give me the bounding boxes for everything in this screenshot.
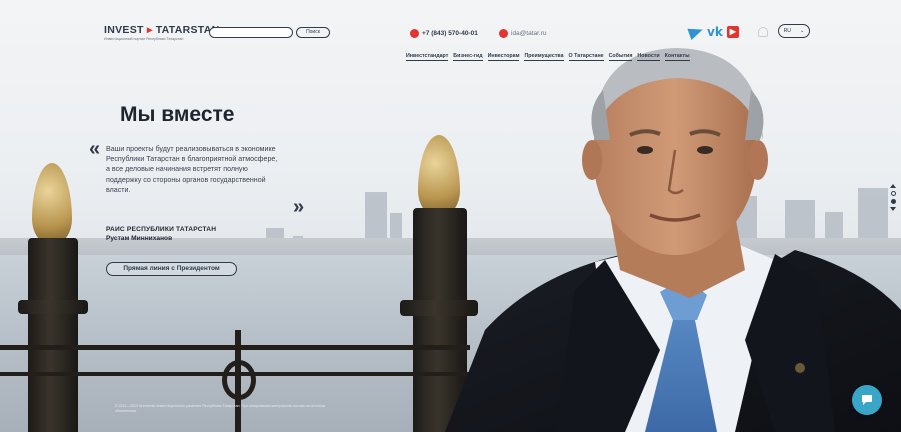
notification-bell-icon[interactable]	[758, 27, 768, 37]
fence-ornament	[222, 360, 256, 400]
search-input[interactable]	[209, 27, 293, 38]
page: INVEST ▸ TATARSTAN Инвестиционный портал…	[0, 0, 901, 432]
nav-item-business-guide[interactable]: Бизнес-гид	[453, 53, 483, 61]
language-selector[interactable]: RU ⌄	[778, 24, 810, 38]
chevron-down-icon: ⌄	[800, 28, 805, 34]
pager-up-arrow-icon[interactable]	[890, 184, 896, 188]
hero-title: Мы вместе	[120, 103, 235, 126]
phone-icon	[410, 29, 419, 38]
email-address: ida@tatar.ru	[511, 30, 547, 37]
main-navigation: Инвестстандарт Бизнес-гид Инвесторам Пре…	[406, 53, 690, 61]
nav-item-about-tatarstan[interactable]: О Татарстане	[568, 53, 604, 61]
chat-button[interactable]	[852, 385, 882, 415]
author-name: Рустам Минниханов	[106, 235, 173, 242]
nav-item-contacts[interactable]: Контакты	[664, 53, 690, 61]
fence-post-cap	[18, 300, 88, 314]
phone-number: +7 (843) 570-40-01	[422, 30, 478, 37]
chat-bubble-icon	[862, 395, 872, 405]
email-link[interactable]: ida@tatar.ru	[499, 29, 547, 38]
social-links: vk ▶	[687, 23, 739, 41]
nav-item-events[interactable]: События	[608, 53, 633, 61]
slide-pager	[890, 184, 896, 211]
rutube-icon[interactable]: ▶	[726, 26, 739, 38]
nav-item-advantages[interactable]: Преимущества	[524, 53, 564, 61]
telegram-icon[interactable]	[687, 23, 705, 41]
pager-dot-active[interactable]	[890, 199, 896, 204]
portrait-image	[445, 48, 901, 432]
nav-item-news[interactable]: Новости	[637, 53, 660, 61]
site-logo[interactable]: INVEST ▸ TATARSTAN Инвестиционный портал…	[104, 24, 220, 41]
vk-icon[interactable]: vk	[707, 25, 723, 39]
copyright-text: © 2011—2023 Агентство инвестиционного ра…	[115, 404, 326, 413]
pager-down-arrow-icon[interactable]	[890, 207, 896, 211]
search-button[interactable]: Поиск	[296, 27, 330, 38]
quote-close-icon: »	[293, 196, 305, 218]
language-code: RU	[783, 28, 791, 34]
author-role: РАИС РЕСПУБЛИКИ ТАТАРСТАН	[106, 226, 217, 233]
president-hotline-button[interactable]: Прямая линия с Президентом	[106, 262, 237, 276]
email-icon	[499, 29, 508, 38]
nav-item-investors[interactable]: Инвесторам	[487, 53, 520, 61]
pager-dot[interactable]	[890, 191, 896, 196]
logo-subtitle: Инвестиционный портал Республики Татарст…	[104, 37, 184, 41]
fence-post	[28, 238, 78, 432]
hero-quote-text: Ваши проекты будут реализовываться в эко…	[106, 145, 278, 194]
logo-title: INVEST ▸ TATARSTAN	[104, 24, 220, 36]
nav-item-investstandard[interactable]: Инвестстандарт	[406, 53, 449, 61]
quote-open-icon: «	[89, 138, 101, 160]
phone-link[interactable]: +7 (843) 570-40-01	[410, 29, 478, 38]
